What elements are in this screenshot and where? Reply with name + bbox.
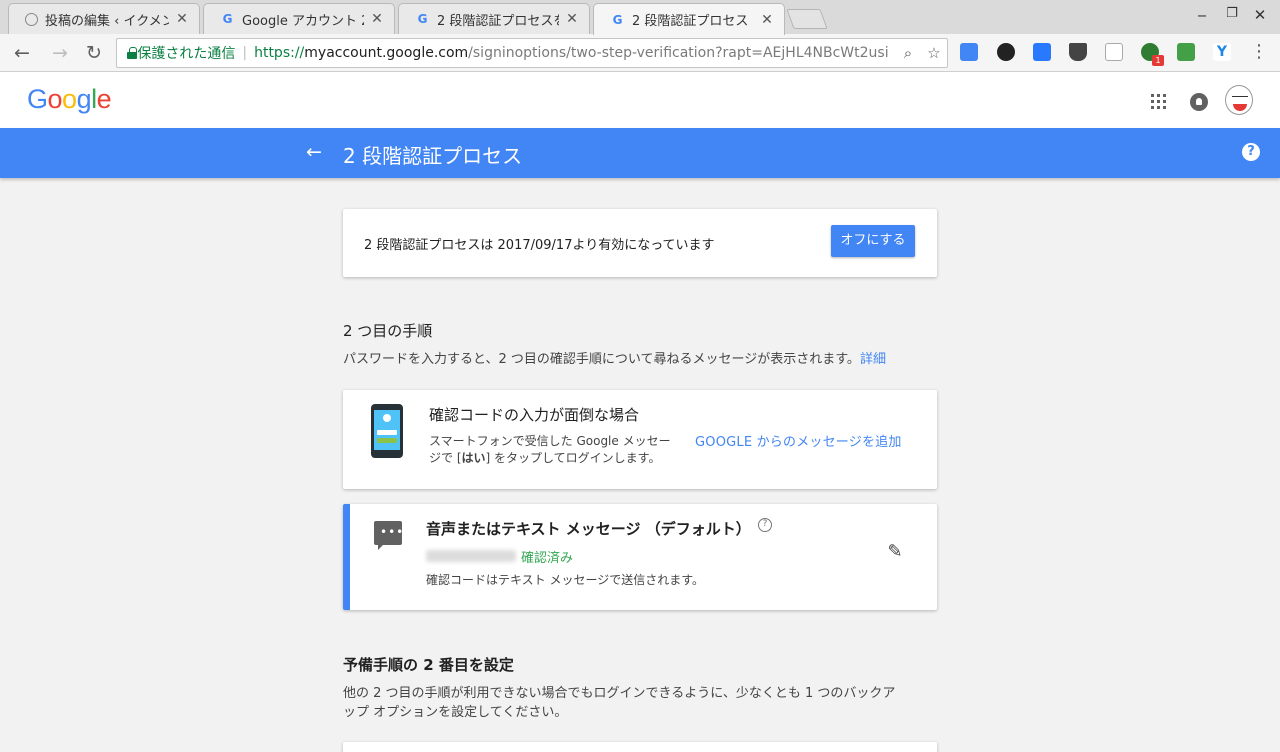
tab-title: 投稿の編集 ‹ イクメン (45, 13, 169, 29)
help-circle-icon[interactable]: ? (758, 518, 772, 532)
status-text: 2 段階認証プロセスは 2017/09/17より有効になっています (364, 238, 715, 253)
secure-connection-label: 保護された通信 (137, 46, 236, 62)
browser-tab-wordpress[interactable]: 投稿の編集 ‹ イクメン ✕ (8, 3, 200, 34)
sms-description: 確認コードはテキスト メッセージで送信されます。 (426, 573, 705, 587)
browser-tab-2sv[interactable]: G 2 段階認証プロセス ✕ (593, 3, 785, 35)
translate-icon[interactable] (960, 43, 978, 61)
notifications-icon[interactable] (1190, 93, 1208, 111)
verified-status: 確認済み (521, 551, 574, 566)
pocket-icon[interactable] (1069, 43, 1087, 61)
back-icon[interactable]: ← (11, 42, 33, 64)
browser-tab-strip: 投稿の編集 ‹ イクメン ✕ G Google アカウント 2 段 ✕ G 2 … (0, 0, 1280, 35)
hatena-extension-icon[interactable] (1105, 43, 1123, 61)
avatar[interactable] (1225, 85, 1253, 115)
google-g-icon: G (417, 12, 428, 26)
tab-title: Google アカウント 2 段 (242, 13, 364, 29)
evernote-extension-icon[interactable] (1177, 43, 1195, 61)
extension-badge: 1 (1152, 55, 1164, 66)
smartphone-icon (371, 404, 403, 458)
backup-title: 予備手順の 2 番目を設定 (343, 656, 514, 674)
turn-off-button[interactable]: オフにする (831, 225, 915, 257)
message-icon: ••• (374, 521, 403, 550)
star-icon[interactable]: ☆ (921, 44, 947, 62)
browser-tab-google-account[interactable]: G Google アカウント 2 段 ✕ (203, 3, 395, 34)
vysor-extension-icon[interactable]: Y (1213, 43, 1231, 61)
minimize-icon[interactable]: ‒ (1192, 6, 1212, 24)
back-arrow-icon[interactable]: ← (303, 141, 325, 163)
url-path: /signinoptions/two-step-verification?rap… (468, 45, 947, 61)
window-close-icon[interactable]: ✕ (1250, 6, 1270, 24)
new-tab-button[interactable] (786, 9, 828, 29)
google-prompt-card: 確認コードの入力が面倒な場合 スマートフォンで受信した Google メッセー … (343, 390, 937, 489)
address-bar[interactable]: 保護された通信 | https:// myaccount.google.com … (116, 38, 948, 68)
tab-close-icon[interactable]: ✕ (760, 12, 774, 28)
tab-close-icon[interactable]: ✕ (175, 11, 189, 27)
google-header: Google (0, 72, 1280, 128)
browser-toolbar: ← → ↻ 保護された通信 | https:// myaccount.googl… (0, 34, 1280, 72)
prompt-heading: 確認コードの入力が面倒な場合 (429, 406, 640, 424)
zoom-icon[interactable]: ⌕ (895, 44, 921, 62)
sms-heading: 音声またはテキスト メッセージ （デフォルト） (426, 520, 751, 538)
page-title: 2 段階認証プロセス (343, 144, 523, 168)
backup-options-card (343, 742, 937, 752)
redacted-phone-number (426, 550, 516, 562)
reload-icon[interactable]: ↻ (83, 42, 105, 64)
tab-close-icon[interactable]: ✕ (370, 11, 384, 27)
second-step-description: パスワードを入力すると、2 つ目の確認手順について尋ねるメッセージが表示されます… (343, 352, 886, 367)
forward-icon[interactable]: → (49, 42, 71, 64)
help-icon[interactable]: ? (1242, 143, 1260, 161)
prompt-description: スマートフォンで受信した Google メッセー ジで [はい] をタップしてロ… (429, 434, 671, 465)
color-picker-extension-icon[interactable] (997, 43, 1015, 61)
second-step-title: 2 つ目の手順 (343, 322, 433, 340)
google-logo[interactable]: Google (27, 84, 112, 115)
restore-icon[interactable]: ❐ (1222, 6, 1242, 21)
tab-title: 2 段階認証プロセス (632, 14, 749, 29)
menu-dots-icon[interactable]: ⋮ (1250, 41, 1268, 63)
tab-close-icon[interactable]: ✕ (565, 11, 579, 27)
apps-grid-icon[interactable] (1151, 94, 1166, 109)
checklist-extension-icon[interactable] (1033, 43, 1051, 61)
add-google-prompt-link[interactable]: GOOGLE からのメッセージを追加 (695, 431, 902, 450)
google-g-icon: G (222, 12, 233, 26)
google-g-icon: G (612, 12, 623, 27)
browser-tab-2sv-setup[interactable]: G 2 段階認証プロセスを ✕ (398, 3, 590, 34)
tab-title: 2 段階認証プロセスを (437, 13, 559, 29)
app-bar: ← 2 段階認証プロセス (0, 128, 1280, 178)
url-scheme: https:// (254, 45, 305, 61)
edit-pencil-icon[interactable]: ✎ (885, 542, 905, 562)
voice-sms-card: ••• 音声またはテキスト メッセージ （デフォルト） ? 確認済み 確認コード… (343, 504, 937, 610)
wordpress-avatar-icon (25, 12, 38, 26)
backup-description: 他の 2 つ目の手順が利用できない場合でもログインできるように、少なくとも 1 … (343, 686, 896, 720)
status-card: 2 段階認証プロセスは 2017/09/17より有効になっています オフにする (343, 209, 937, 277)
details-link[interactable]: 詳細 (860, 352, 886, 367)
url-host: myaccount.google.com (304, 45, 469, 61)
